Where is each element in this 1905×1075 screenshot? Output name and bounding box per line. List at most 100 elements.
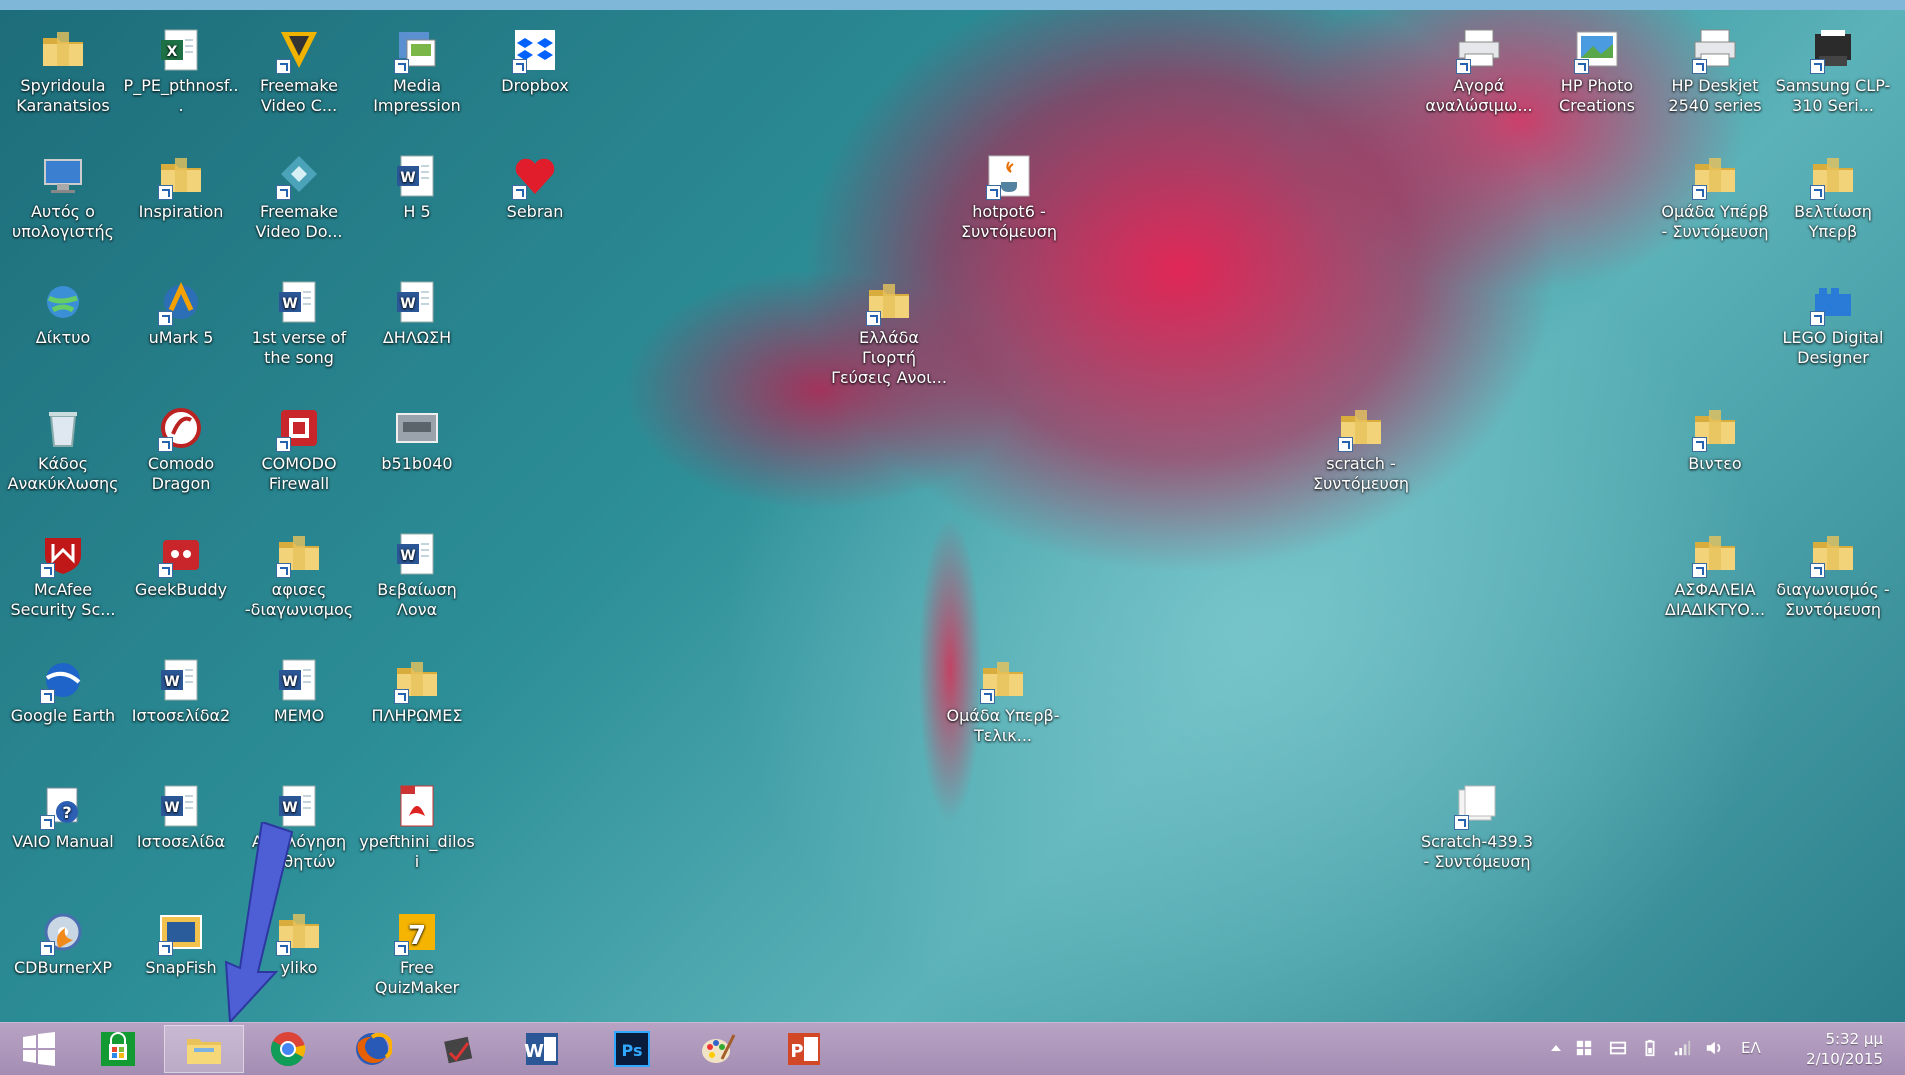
help-icon: ? — [38, 782, 88, 830]
desktop-icon[interactable]: W 1st verse of the song — [240, 278, 358, 368]
snipping-tool-button[interactable] — [418, 1025, 498, 1073]
desktop-icon[interactable]: W MEMO — [240, 656, 358, 726]
word-button[interactable]: W — [502, 1025, 582, 1073]
start-button[interactable] — [0, 1025, 78, 1073]
desktop-icon[interactable]: Αυτός ο υπολογιστής — [4, 152, 122, 242]
windows-tray-icon[interactable] — [1573, 1037, 1595, 1059]
desktop-icon[interactable]: W Βεβαίωση Λονα — [358, 530, 476, 620]
desktop-icon-label: Comodo Dragon — [147, 454, 215, 493]
desktop-icon[interactable]: HP Photo Creations — [1538, 26, 1656, 116]
desktop-icon[interactable]: ΑΣΦΑΛΕΙΑ ΔΙΑΔΙΚΤΥΟ... — [1656, 530, 1774, 620]
desktop-icon[interactable]: Βελτίωση Υπερβ — [1774, 152, 1892, 242]
desktop-icon-label: LEGO Digital Designer — [1782, 328, 1884, 367]
battery-icon[interactable] — [1639, 1037, 1661, 1059]
desktop-icon[interactable]: Spyridoula Karanatsios — [4, 26, 122, 116]
desktop-icon[interactable]: Scratch-439.3 - Συντόμευση — [1418, 782, 1536, 872]
desktop-icon-label: ypefthini_dilosi — [359, 832, 475, 871]
desktop-icon-label: Freemake Video C... — [260, 76, 338, 115]
desktop-icon-label: Sebran — [506, 202, 564, 221]
folder-icon — [1336, 404, 1386, 452]
desktop-icon[interactable]: Media Impression — [358, 26, 476, 116]
desktop-icon[interactable]: 7 Free QuizMaker — [358, 908, 476, 998]
desktop-icon[interactable]: Βιντεο — [1656, 404, 1774, 474]
desktop-icon[interactable]: COMODO Firewall — [240, 404, 358, 494]
shortcut-arrow-icon — [1692, 437, 1707, 452]
desktop-icon[interactable]: hotpot6 - Συντόμευση — [950, 152, 1068, 242]
desktop-icon[interactable]: διαγωνισμός - Συντόμευση — [1774, 530, 1892, 620]
desktop-icon[interactable]: αφισες -διαγωνισμος — [240, 530, 358, 620]
svg-text:7: 7 — [408, 921, 426, 951]
lego-icon — [1808, 278, 1858, 326]
desktop-icon[interactable]: Ελλάδα Γιορτή Γεύσεις Ανοι... — [830, 278, 948, 388]
show-hidden-icons-button[interactable] — [1545, 1037, 1567, 1059]
desktop-icon[interactable]: HP Deskjet 2540 series — [1656, 26, 1774, 116]
desktop-icon-label: ΔΗΛΩΣΗ — [382, 328, 452, 347]
desktop-icon[interactable]: W Ιστοσελίδα2 — [122, 656, 240, 726]
chevron-up-icon — [1551, 1045, 1561, 1051]
desktop-icon[interactable]: McAfee Security Sc... — [4, 530, 122, 620]
desktop-icon[interactable]: ypefthini_dilosi — [358, 782, 476, 872]
desktop-icon[interactable]: LEGO Digital Designer — [1774, 278, 1892, 368]
taskbar: W Ps P ΕΛ 5:32 μμ 2/10/2015 — [0, 1022, 1905, 1075]
svg-text:Ps: Ps — [622, 1041, 643, 1060]
desktop-icon[interactable]: b51b040 — [358, 404, 476, 474]
svg-text:P: P — [790, 1041, 803, 1062]
desktop-icon-label: Ελλάδα Γιορτή Γεύσεις Ανοι... — [831, 328, 947, 387]
clock[interactable]: 5:32 μμ 2/10/2015 — [1806, 1029, 1883, 1069]
volume-icon[interactable] — [1703, 1037, 1725, 1059]
desktop-icon[interactable]: Freemake Video C... — [240, 26, 358, 116]
photoshop-icon: Ps — [614, 1031, 650, 1067]
shortcut-arrow-icon — [158, 563, 173, 578]
desktop-icon[interactable]: Inspiration — [122, 152, 240, 222]
powerpoint-button[interactable]: P — [764, 1025, 844, 1073]
media-impression-icon — [392, 26, 442, 74]
desktop-icon-label: Η 5 — [403, 202, 431, 221]
desktop-icon[interactable]: Αγορά αναλώσιμω... — [1420, 26, 1538, 116]
google-earth-icon — [38, 656, 88, 704]
heart-icon — [510, 152, 560, 200]
action-center-icon[interactable] — [1607, 1037, 1629, 1059]
umark-icon — [156, 278, 206, 326]
desktop-icon[interactable]: Κάδος Ανακύκλωσης — [4, 404, 122, 494]
shortcut-arrow-icon — [394, 941, 409, 956]
desktop-icon-label: Βιντεο — [1688, 454, 1742, 473]
desktop-icon[interactable]: Google Earth — [4, 656, 122, 726]
shortcut-arrow-icon — [158, 437, 173, 452]
desktop-icon[interactable]: Ομάδα Υπέρβ - Συντόμευση — [1656, 152, 1774, 242]
word-icon: W — [524, 1033, 558, 1065]
desktop-icon[interactable]: Ομάδα Υπερβ- Τελικ... — [944, 656, 1062, 746]
folder-user-icon — [38, 26, 88, 74]
file-explorer-button[interactable] — [164, 1025, 244, 1073]
firefox-button[interactable] — [332, 1025, 412, 1073]
paint-button[interactable] — [678, 1025, 758, 1073]
folder-icon — [864, 278, 914, 326]
scratch-file-icon — [1452, 782, 1502, 830]
folder-icon — [1690, 404, 1740, 452]
shortcut-arrow-icon — [276, 563, 291, 578]
svg-text:W: W — [164, 674, 179, 690]
desktop-icon[interactable]: CDBurnerXP — [4, 908, 122, 978]
desktop-icon[interactable]: X P_PE_pthnosf... — [122, 26, 240, 116]
desktop-icon[interactable]: Δίκτυο — [4, 278, 122, 348]
svg-text:W: W — [524, 1041, 544, 1062]
desktop-icon[interactable]: Sebran — [476, 152, 594, 222]
desktop-icon[interactable]: Freemake Video Do... — [240, 152, 358, 242]
desktop-icon[interactable]: Dropbox — [476, 26, 594, 96]
network-signal-icon[interactable] — [1671, 1037, 1693, 1059]
desktop-icon[interactable]: ΠΛΗΡΩΜΕΣ — [358, 656, 476, 726]
desktop-icon[interactable]: GeekBuddy — [122, 530, 240, 600]
desktop-icon[interactable]: W ΔΗΛΩΣΗ — [358, 278, 476, 348]
desktop-icon[interactable]: Samsung CLP-310 Seri... — [1774, 26, 1892, 116]
folder-icon — [274, 530, 324, 578]
photoshop-button[interactable]: Ps — [592, 1025, 672, 1073]
desktop-icon[interactable]: scratch - Συντόμευση — [1302, 404, 1420, 494]
desktop-icon[interactable]: uMark 5 — [122, 278, 240, 348]
shortcut-arrow-icon — [1810, 311, 1825, 326]
desktop-icon[interactable]: ? VAIO Manual — [4, 782, 122, 852]
store-button[interactable] — [78, 1025, 158, 1073]
desktop-icon[interactable]: W Η 5 — [358, 152, 476, 222]
language-indicator[interactable]: ΕΛ — [1741, 1039, 1761, 1057]
desktop-icon[interactable]: Comodo Dragon — [122, 404, 240, 494]
shortcut-arrow-icon — [1574, 59, 1589, 74]
chrome-button[interactable] — [248, 1025, 328, 1073]
